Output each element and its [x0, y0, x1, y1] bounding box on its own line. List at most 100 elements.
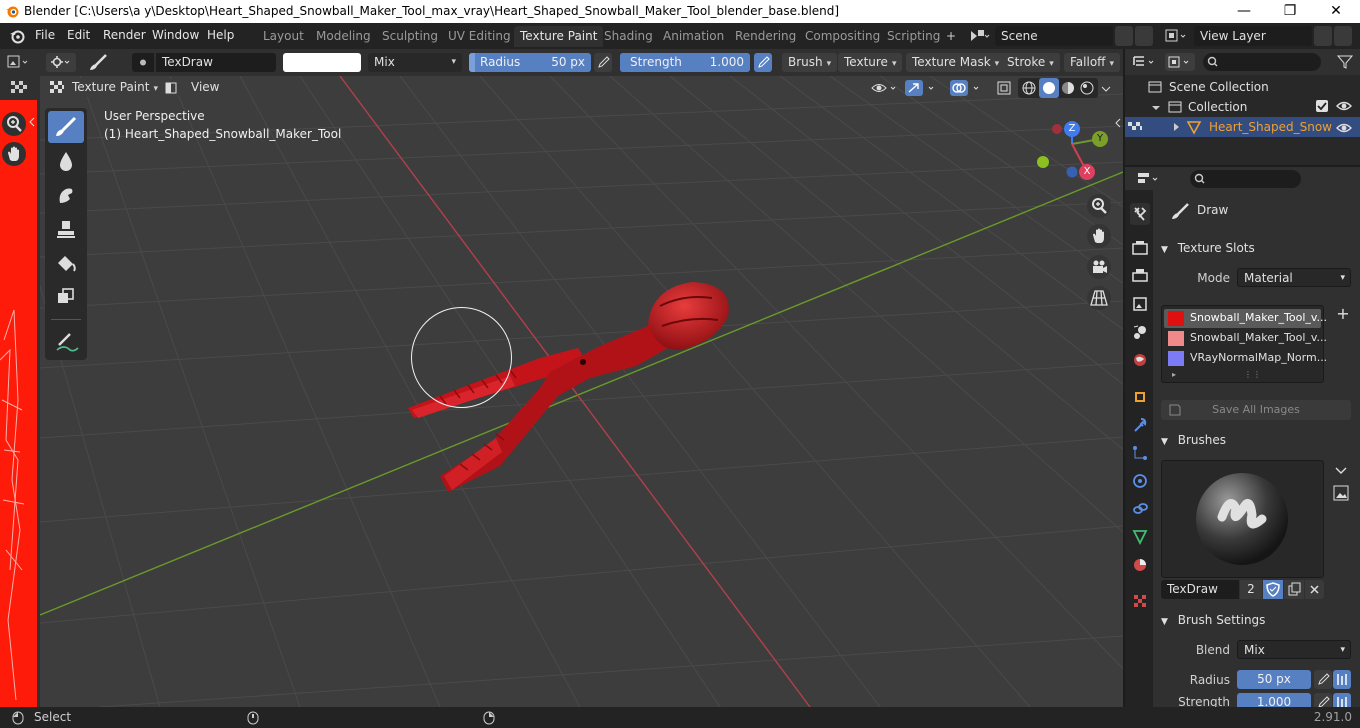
collection-visibility-icon[interactable]	[1335, 99, 1353, 113]
properties-editor-type-icon[interactable]	[1135, 170, 1163, 188]
falloff-menu[interactable]: Falloff ▾	[1064, 53, 1120, 72]
tab-modeling[interactable]: Modeling	[310, 26, 377, 47]
view-layer-delete-icon[interactable]	[1334, 26, 1352, 46]
scene-delete-icon[interactable]	[1135, 26, 1153, 46]
maximize-button[interactable]: ❐	[1267, 0, 1313, 23]
soften-tool-button[interactable]	[48, 145, 84, 177]
texture-slot-name[interactable]: Snowball_Maker_Tool_v...	[1190, 331, 1327, 344]
texture-menu[interactable]: Texture ▾	[838, 53, 903, 72]
menu-render[interactable]: Render	[103, 28, 146, 42]
render-tab-icon[interactable]	[1130, 237, 1150, 259]
strength-pressure-icon[interactable]	[754, 53, 772, 72]
menu-help[interactable]: Help	[207, 28, 234, 42]
constraints-tab-icon[interactable]	[1130, 498, 1150, 520]
tab-animation[interactable]: Animation	[657, 26, 730, 47]
brush-preview-box[interactable]	[1161, 460, 1324, 578]
texture-image-preview[interactable]	[0, 100, 37, 707]
radius-unit-toggle-icon[interactable]	[1333, 670, 1351, 689]
outliner-search-input[interactable]	[1203, 53, 1321, 71]
3d-viewport[interactable]: User Perspective (1) Heart_Shaped_Snowba…	[40, 76, 1123, 707]
add-texture-slot-button[interactable]: +	[1334, 305, 1352, 323]
add-workspace-button[interactable]: +	[940, 26, 962, 47]
brush-datablock-name[interactable]: TexDraw	[1161, 580, 1239, 599]
mode-dropdown[interactable]: Texture Paint ▾	[66, 78, 164, 97]
overlays-dropdown-icon[interactable]	[949, 79, 985, 97]
texture-mode-dropdown[interactable]: Material ▾	[1237, 268, 1351, 287]
fill-tool-button[interactable]	[48, 247, 84, 279]
brush-name-field[interactable]: TexDraw	[156, 53, 276, 72]
sidebar-toggle-arrow-icon[interactable]	[1113, 116, 1123, 130]
view-menu[interactable]: View	[185, 78, 226, 97]
properties-search-input[interactable]	[1190, 170, 1301, 188]
world-tab-icon[interactable]	[1130, 349, 1150, 371]
modifier-tab-icon[interactable]	[1130, 414, 1150, 436]
blend-mode-dropdown[interactable]: Mix ▾	[368, 53, 462, 72]
object-name-label[interactable]: Heart_Shaped_Snow	[1209, 120, 1332, 134]
view-layer-field[interactable]: View Layer	[1194, 26, 1312, 46]
collection-expand-icon[interactable]	[1151, 102, 1161, 114]
scene-tab-icon[interactable]	[1130, 321, 1150, 343]
menu-window[interactable]: Window	[152, 28, 199, 42]
clone-tool-button[interactable]	[48, 213, 84, 245]
radius-slider[interactable]: Radius 50 px	[469, 53, 591, 72]
brush-radius-field[interactable]: 50 px	[1237, 670, 1311, 689]
texture-mask-menu[interactable]: Texture Mask ▾	[906, 53, 1006, 72]
particles-tab-icon[interactable]	[1130, 442, 1150, 464]
strength-slider[interactable]: Strength 1.000	[620, 53, 750, 72]
blender-menu-icon[interactable]	[9, 28, 25, 44]
pan-hand-icon[interactable]	[2, 142, 26, 166]
filter-icon[interactable]	[1335, 53, 1355, 71]
rendered-shading-icon[interactable]	[1078, 79, 1096, 97]
brush-browse-icon[interactable]	[132, 53, 154, 72]
xray-toggle-icon[interactable]	[995, 79, 1013, 97]
annotate-tool-button[interactable]	[48, 326, 84, 358]
texture-tab-icon[interactable]	[1130, 590, 1150, 612]
duplicate-brush-icon[interactable]	[1284, 580, 1304, 599]
tab-layout[interactable]: Layout	[257, 26, 310, 47]
gizmo-x-axis[interactable]: X	[1079, 164, 1095, 180]
zoom-icon[interactable]	[2, 112, 26, 136]
collection-checkbox[interactable]	[1316, 100, 1328, 112]
view-layer-copy-icon[interactable]	[1314, 26, 1332, 46]
stroke-menu[interactable]: Stroke ▾	[1001, 53, 1060, 72]
mask-toggle-icon[interactable]	[163, 79, 179, 97]
strength-unit-toggle-icon[interactable]	[1333, 693, 1351, 707]
viewport-pan-icon[interactable]	[1087, 224, 1111, 248]
brush-users-count[interactable]: 2	[1240, 580, 1262, 599]
visibility-dropdown-icon[interactable]	[870, 79, 900, 97]
scene-collection-label[interactable]: Scene Collection	[1169, 80, 1269, 94]
material-preview-icon[interactable]	[1059, 79, 1077, 97]
gizmo-z-axis[interactable]: Z	[1064, 121, 1080, 137]
solid-shading-icon[interactable]	[1039, 78, 1059, 98]
tab-shading[interactable]: Shading	[598, 26, 659, 47]
navigation-gizmo[interactable]: Z Y X	[1030, 120, 1108, 182]
minimize-button[interactable]: —	[1221, 0, 1267, 23]
brush-settings-panel-header[interactable]: ▼ Brush Settings	[1157, 609, 1360, 631]
tab-rendering[interactable]: Rendering	[729, 26, 802, 47]
brush-menu[interactable]: Brush ▾	[782, 53, 838, 72]
tab-compositing[interactable]: Compositing	[799, 26, 886, 47]
texture-slot-name[interactable]: VRayNormalMap_Norm...	[1190, 351, 1327, 364]
tab-sculpting[interactable]: Sculpting	[376, 26, 444, 47]
perspective-toggle-icon[interactable]	[1087, 286, 1111, 310]
view-layer-icon[interactable]	[1163, 27, 1191, 45]
brush-image-icon[interactable]	[1331, 483, 1351, 503]
scene-browse-icon[interactable]	[968, 27, 990, 45]
brushes-panel-header[interactable]: ▼ Brushes	[1157, 429, 1360, 451]
list-expand-icon[interactable]: ▸	[1172, 370, 1176, 379]
tab-scripting[interactable]: Scripting	[881, 26, 946, 47]
scene-copy-icon[interactable]	[1115, 26, 1133, 46]
data-tab-icon[interactable]	[1130, 526, 1150, 548]
gizmo-y-axis[interactable]: Y	[1092, 131, 1108, 147]
radius-pressure-icon[interactable]	[594, 53, 612, 72]
texture-slot-name[interactable]: Snowball_Maker_Tool_v...	[1190, 311, 1327, 324]
scene-name-field[interactable]: Scene	[995, 26, 1113, 46]
material-tab-icon[interactable]	[1130, 554, 1150, 576]
object-tab-icon[interactable]	[1130, 386, 1150, 408]
gizmo-dropdown-icon[interactable]	[904, 79, 940, 97]
strength-pressure-toggle-icon[interactable]	[1314, 693, 1332, 707]
mask-tool-button[interactable]	[48, 281, 84, 313]
object-expand-icon[interactable]	[1173, 122, 1181, 132]
fake-user-shield-icon[interactable]	[1263, 580, 1283, 599]
tab-uv-editing[interactable]: UV Editing	[442, 26, 517, 47]
